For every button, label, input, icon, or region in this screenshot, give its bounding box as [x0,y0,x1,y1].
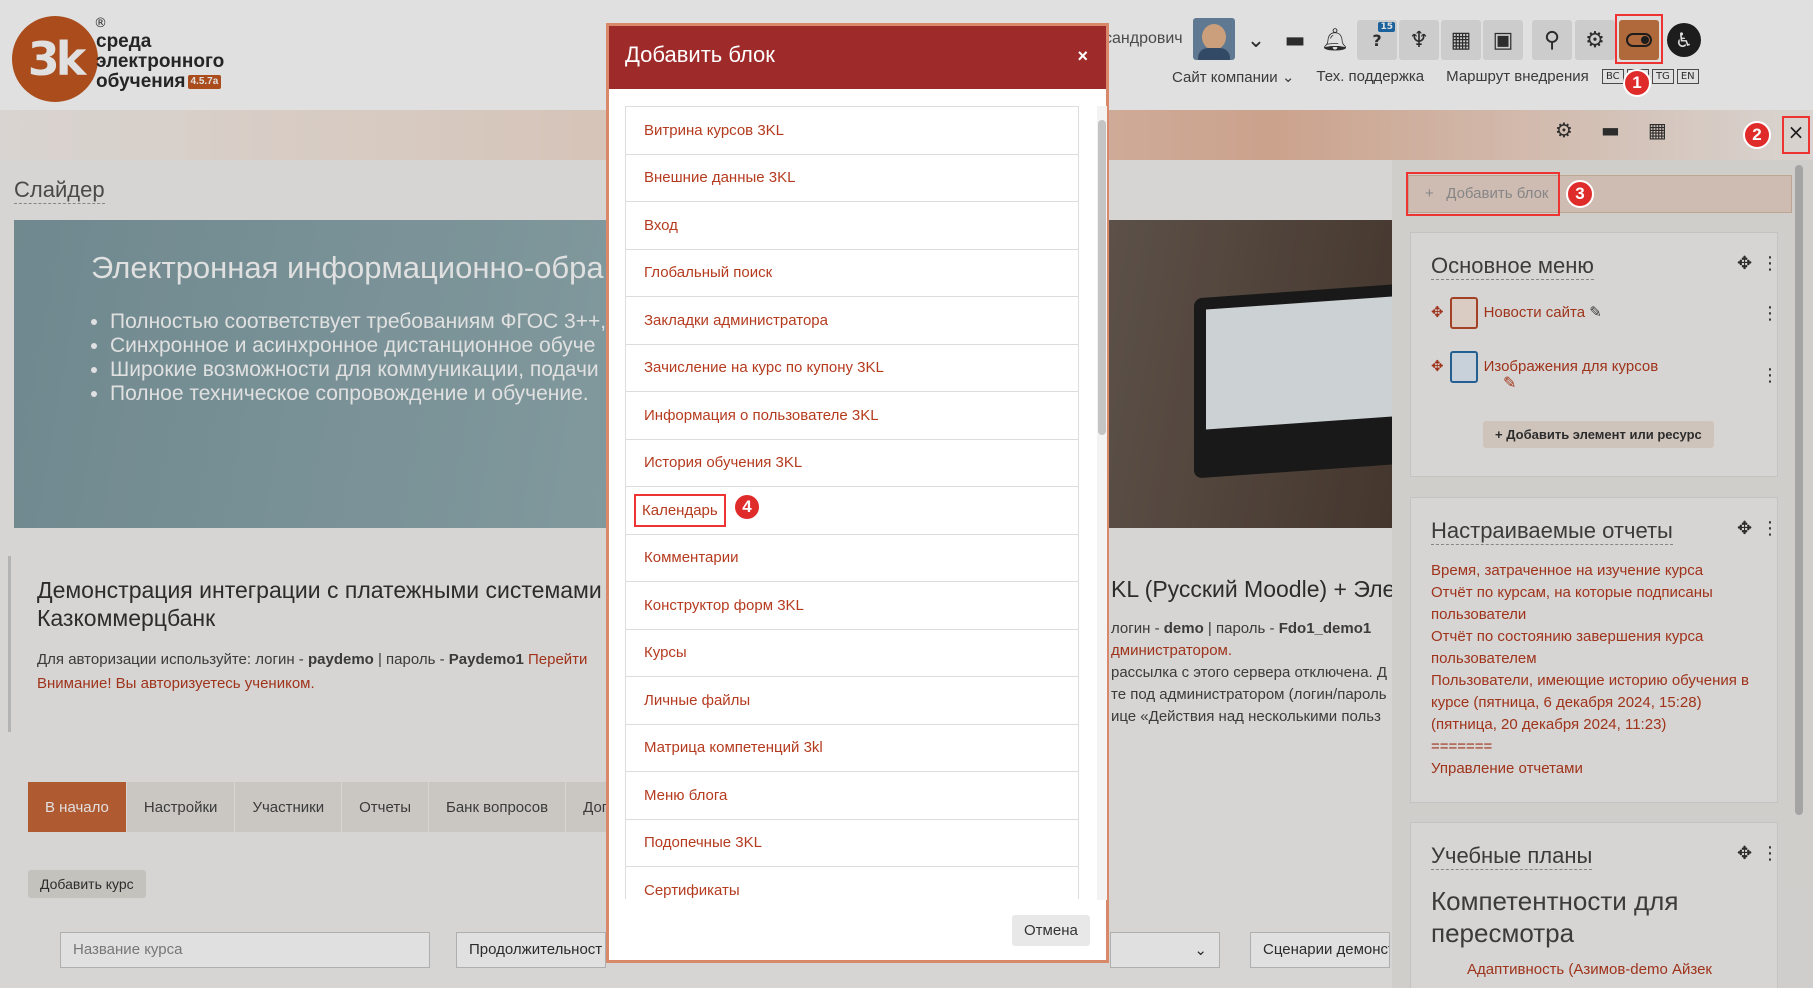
cancel-button[interactable]: Отмена [1012,915,1090,946]
annotation-marker-1: 1 [1623,69,1651,97]
block-item[interactable]: Курсы [625,629,1079,677]
scroll-thumb[interactable] [1098,120,1106,435]
block-item[interactable]: Личные файлы [625,677,1079,725]
modal-title: Добавить блок [625,42,775,67]
annotation-marker-4: 4 [733,493,761,521]
close-icon[interactable]: × [1077,46,1088,67]
block-item[interactable]: Подопечные 3KL [625,819,1079,867]
annotation-marker-2: 2 [1743,121,1771,149]
block-item[interactable]: Информация о пользователе 3KL [625,392,1079,440]
block-item[interactable]: Закладки администратора [625,297,1079,345]
block-item[interactable]: Вход [625,202,1079,250]
block-item[interactable]: Меню блога [625,772,1079,820]
block-item-calendar[interactable]: Календарь [625,487,1079,535]
annotation-marker-3: 3 [1566,180,1594,208]
block-item[interactable]: Комментарии [625,534,1079,582]
annotation-box-1 [1615,14,1663,64]
annotation-box-3 [1406,172,1560,216]
block-item[interactable]: Внешние данные 3KL [625,154,1079,202]
block-item[interactable]: Матрица компетенций 3kl [625,724,1079,772]
block-item[interactable]: История обучения 3KL [625,439,1079,487]
block-list: Витрина курсов 3KL Внешние данные 3KL Вх… [625,106,1079,899]
block-item[interactable]: Конструктор форм 3KL [625,582,1079,630]
block-item[interactable]: Глобальный поиск [625,249,1079,297]
block-item[interactable]: Сертификаты [625,867,1079,899]
annotation-box-2 [1782,116,1810,154]
add-block-modal: Добавить блок × Витрина курсов 3KL Внешн… [606,23,1109,963]
block-item[interactable]: Витрина курсов 3KL [625,107,1079,155]
modal-header: Добавить блок × [609,26,1106,89]
calendar-link[interactable]: Календарь [634,493,726,527]
modal-scrollbar[interactable] [1097,106,1107,900]
block-item[interactable]: Зачисление на курс по купону 3KL [625,344,1079,392]
